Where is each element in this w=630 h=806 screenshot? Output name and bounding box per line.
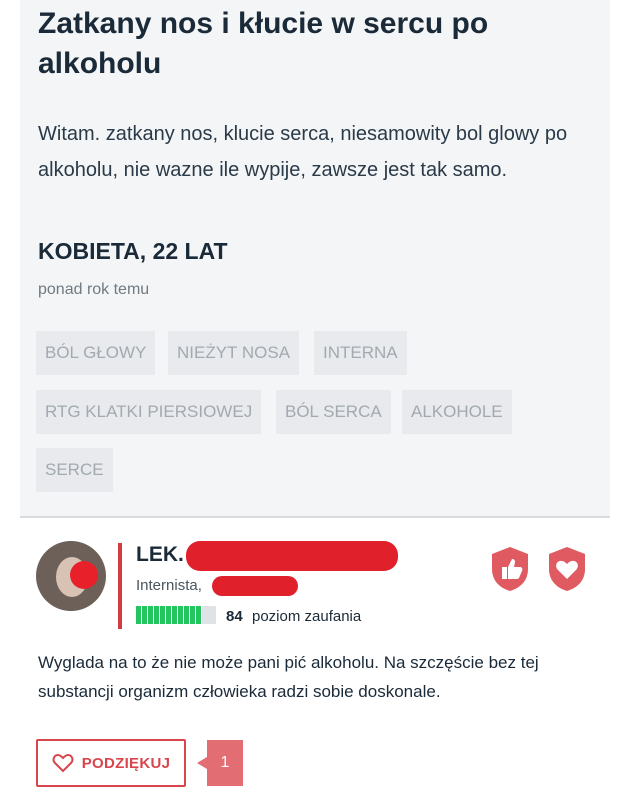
tag-bol-serca[interactable]: BÓL SERCA (276, 390, 391, 434)
doctor-name-redaction (186, 541, 398, 571)
doctor-specialty-redaction (212, 576, 298, 596)
doctor-avatar[interactable] (36, 541, 106, 611)
doctor-specialty: Internista, (136, 577, 202, 594)
trust-level-label: poziom zaufania (252, 608, 362, 625)
trust-level-value: 84 (226, 608, 243, 625)
tag-serce[interactable]: SERCE (36, 448, 113, 492)
thank-button-label: PODZIĘKUJ (81, 754, 171, 772)
question-body: Witam. zatkany nos, klucie serca, niesam… (38, 123, 568, 181)
tag-bol-glowy[interactable]: BÓL GŁOWY (36, 331, 156, 375)
question-title: Zatkany nos i kłucie w sercu po alkoholu (38, 7, 489, 80)
trust-level-bar (136, 606, 216, 624)
question-time: ponad rok temu (38, 281, 150, 298)
tag-rtg-klatki-piersiowej[interactable]: RTG KLATKI PIERSIOWEJ (36, 390, 262, 434)
answer-text: Wyglada na to że nie może pani pić alkoh… (38, 653, 539, 701)
heart-badge-icon[interactable] (546, 545, 588, 593)
heart-icon (52, 753, 74, 773)
tag-niezyt-nosa[interactable]: NIEŻYT NOSA (168, 331, 300, 375)
question-author: KOBIETA, 22 LAT (38, 238, 228, 264)
doctor-name[interactable]: LEK. (136, 543, 184, 567)
thumbs-up-badge-icon[interactable] (489, 545, 531, 593)
doctor-accent-bar (118, 543, 122, 629)
tag-alkohole[interactable]: ALKOHOLE (402, 390, 512, 434)
tag-interna[interactable]: INTERNA (314, 331, 407, 375)
answer-divider (20, 516, 610, 518)
thanks-count-badge: 1 (197, 740, 243, 786)
thank-button[interactable]: PODZIĘKUJ (36, 739, 186, 787)
avatar-redaction (70, 561, 98, 589)
